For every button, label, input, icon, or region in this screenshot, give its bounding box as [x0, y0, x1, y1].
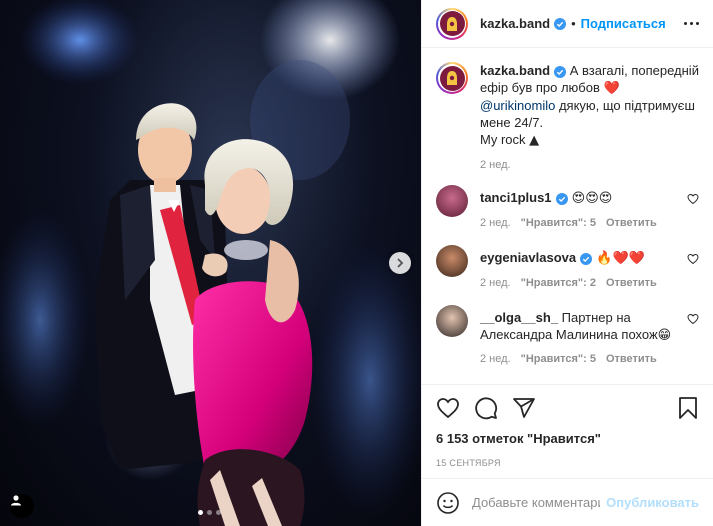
comment-meta: 2 нед. "Нравится": 5 Ответить [480, 217, 681, 229]
likes-count[interactable]: "Нравится": 2 [521, 277, 596, 289]
timestamp[interactable]: 2 нед. [480, 159, 511, 171]
separator: • [571, 16, 576, 31]
post-actions: 6 153 отметок "Нравится" 15 СЕНТЯБРЯ [422, 384, 713, 478]
caption-line-3: My rock [480, 132, 530, 147]
follow-button[interactable]: Подписаться [581, 16, 666, 31]
timestamp[interactable]: 2 нед. [480, 277, 511, 289]
reply-button[interactable]: Ответить [606, 277, 657, 289]
comments-list: kazka.band А взагалі, попередній ефір бу… [422, 48, 713, 384]
username-link[interactable]: kazka.band [480, 16, 550, 31]
avatar[interactable] [436, 185, 468, 217]
timestamp[interactable]: 2 нед. [480, 353, 511, 365]
comment-text: eygeniavlasova 🔥❤️❤️ [480, 249, 681, 267]
likes-summary[interactable]: 6 153 отметок "Нравится" [436, 431, 699, 446]
action-icons [436, 391, 699, 425]
band-logo-icon [447, 71, 457, 85]
post-header: kazka.band • Подписаться [422, 0, 713, 48]
verified-badge-icon [554, 65, 567, 78]
speech-bubble-icon [475, 397, 498, 420]
reply-button[interactable]: Ответить [606, 217, 657, 229]
likes-count[interactable]: "Нравится": 5 [521, 217, 596, 229]
comment-item: eygeniavlasova 🔥❤️❤️ 2 нед. "Нравится": … [436, 245, 699, 289]
heart-icon[interactable] [687, 193, 699, 205]
share-button[interactable] [512, 396, 536, 420]
next-slide-button[interactable] [389, 252, 411, 274]
avatar[interactable] [436, 305, 468, 337]
comment-body: 🔥❤️❤️ [592, 251, 645, 266]
post-sidebar: kazka.band • Подписаться kazka.band А вз… [421, 0, 713, 526]
post-date[interactable]: 15 СЕНТЯБРЯ [436, 458, 699, 468]
avatar[interactable] [436, 62, 468, 94]
caption-meta: 2 нед. [480, 159, 699, 171]
carousel-dot [198, 510, 203, 515]
comment-text: tanci1plus1 😍😍😍 [480, 189, 681, 207]
bookmark-icon [679, 397, 697, 419]
save-button[interactable] [677, 396, 699, 420]
carousel-indicator [198, 510, 221, 515]
comment-input[interactable]: Добавьте комментарий... [472, 495, 600, 510]
heart-icon [437, 398, 459, 419]
comment-item: tanci1plus1 😍😍😍 2 нед. "Нравится": 5 Отв… [436, 185, 699, 229]
verified-badge-icon [555, 192, 568, 205]
mountain-emoji: ▲ [529, 133, 540, 148]
avatar[interactable] [436, 7, 468, 40]
mention-link[interactable]: @urikinomilo [480, 98, 555, 113]
paper-plane-icon [513, 398, 535, 418]
avatar[interactable] [436, 245, 468, 277]
comment-text: __olga__sh_ Партнер на Александра Малини… [480, 309, 681, 343]
verified-badge-icon [580, 252, 593, 265]
post-comment-button[interactable]: Опубликовать [606, 495, 699, 510]
comment-meta: 2 нед. "Нравится": 5 Ответить [480, 353, 681, 365]
post-image [0, 0, 421, 526]
verified-badge-icon [554, 17, 567, 30]
comment-button[interactable] [474, 396, 498, 420]
tagged-users-button[interactable] [10, 494, 34, 518]
carousel-dot [216, 510, 221, 515]
heart-icon[interactable] [687, 313, 699, 325]
band-logo-icon [447, 16, 457, 31]
caption: kazka.band А взагалі, попередній ефір бу… [436, 62, 699, 171]
chevron-right-icon [397, 258, 404, 268]
user-icon [11, 495, 21, 506]
timestamp[interactable]: 2 нед. [480, 217, 511, 229]
caption-username[interactable]: kazka.band [480, 63, 550, 78]
like-button[interactable] [436, 396, 460, 420]
post-photo[interactable] [0, 0, 421, 526]
more-options-icon[interactable] [684, 22, 699, 25]
comment-item: __olga__sh_ Партнер на Александра Малини… [436, 305, 699, 365]
heart-emoji: ❤️ [603, 81, 620, 96]
caption-text: kazka.band А взагалі, попередній ефір бу… [480, 62, 699, 149]
comment-username[interactable]: tanci1plus1 [480, 190, 552, 205]
comment-meta: 2 нед. "Нравится": 2 Ответить [480, 277, 681, 289]
heart-icon[interactable] [687, 253, 699, 265]
comment-username[interactable]: eygeniavlasova [480, 250, 576, 265]
carousel-dot [207, 510, 212, 515]
emoji-icon[interactable] [436, 491, 460, 515]
comment-body: 😍😍😍 [567, 191, 613, 206]
reply-button[interactable]: Ответить [606, 353, 657, 365]
add-comment-bar: Добавьте комментарий... Опубликовать [422, 478, 713, 526]
comment-username[interactable]: __olga__sh_ [480, 310, 558, 325]
likes-count[interactable]: "Нравится": 5 [521, 353, 596, 365]
